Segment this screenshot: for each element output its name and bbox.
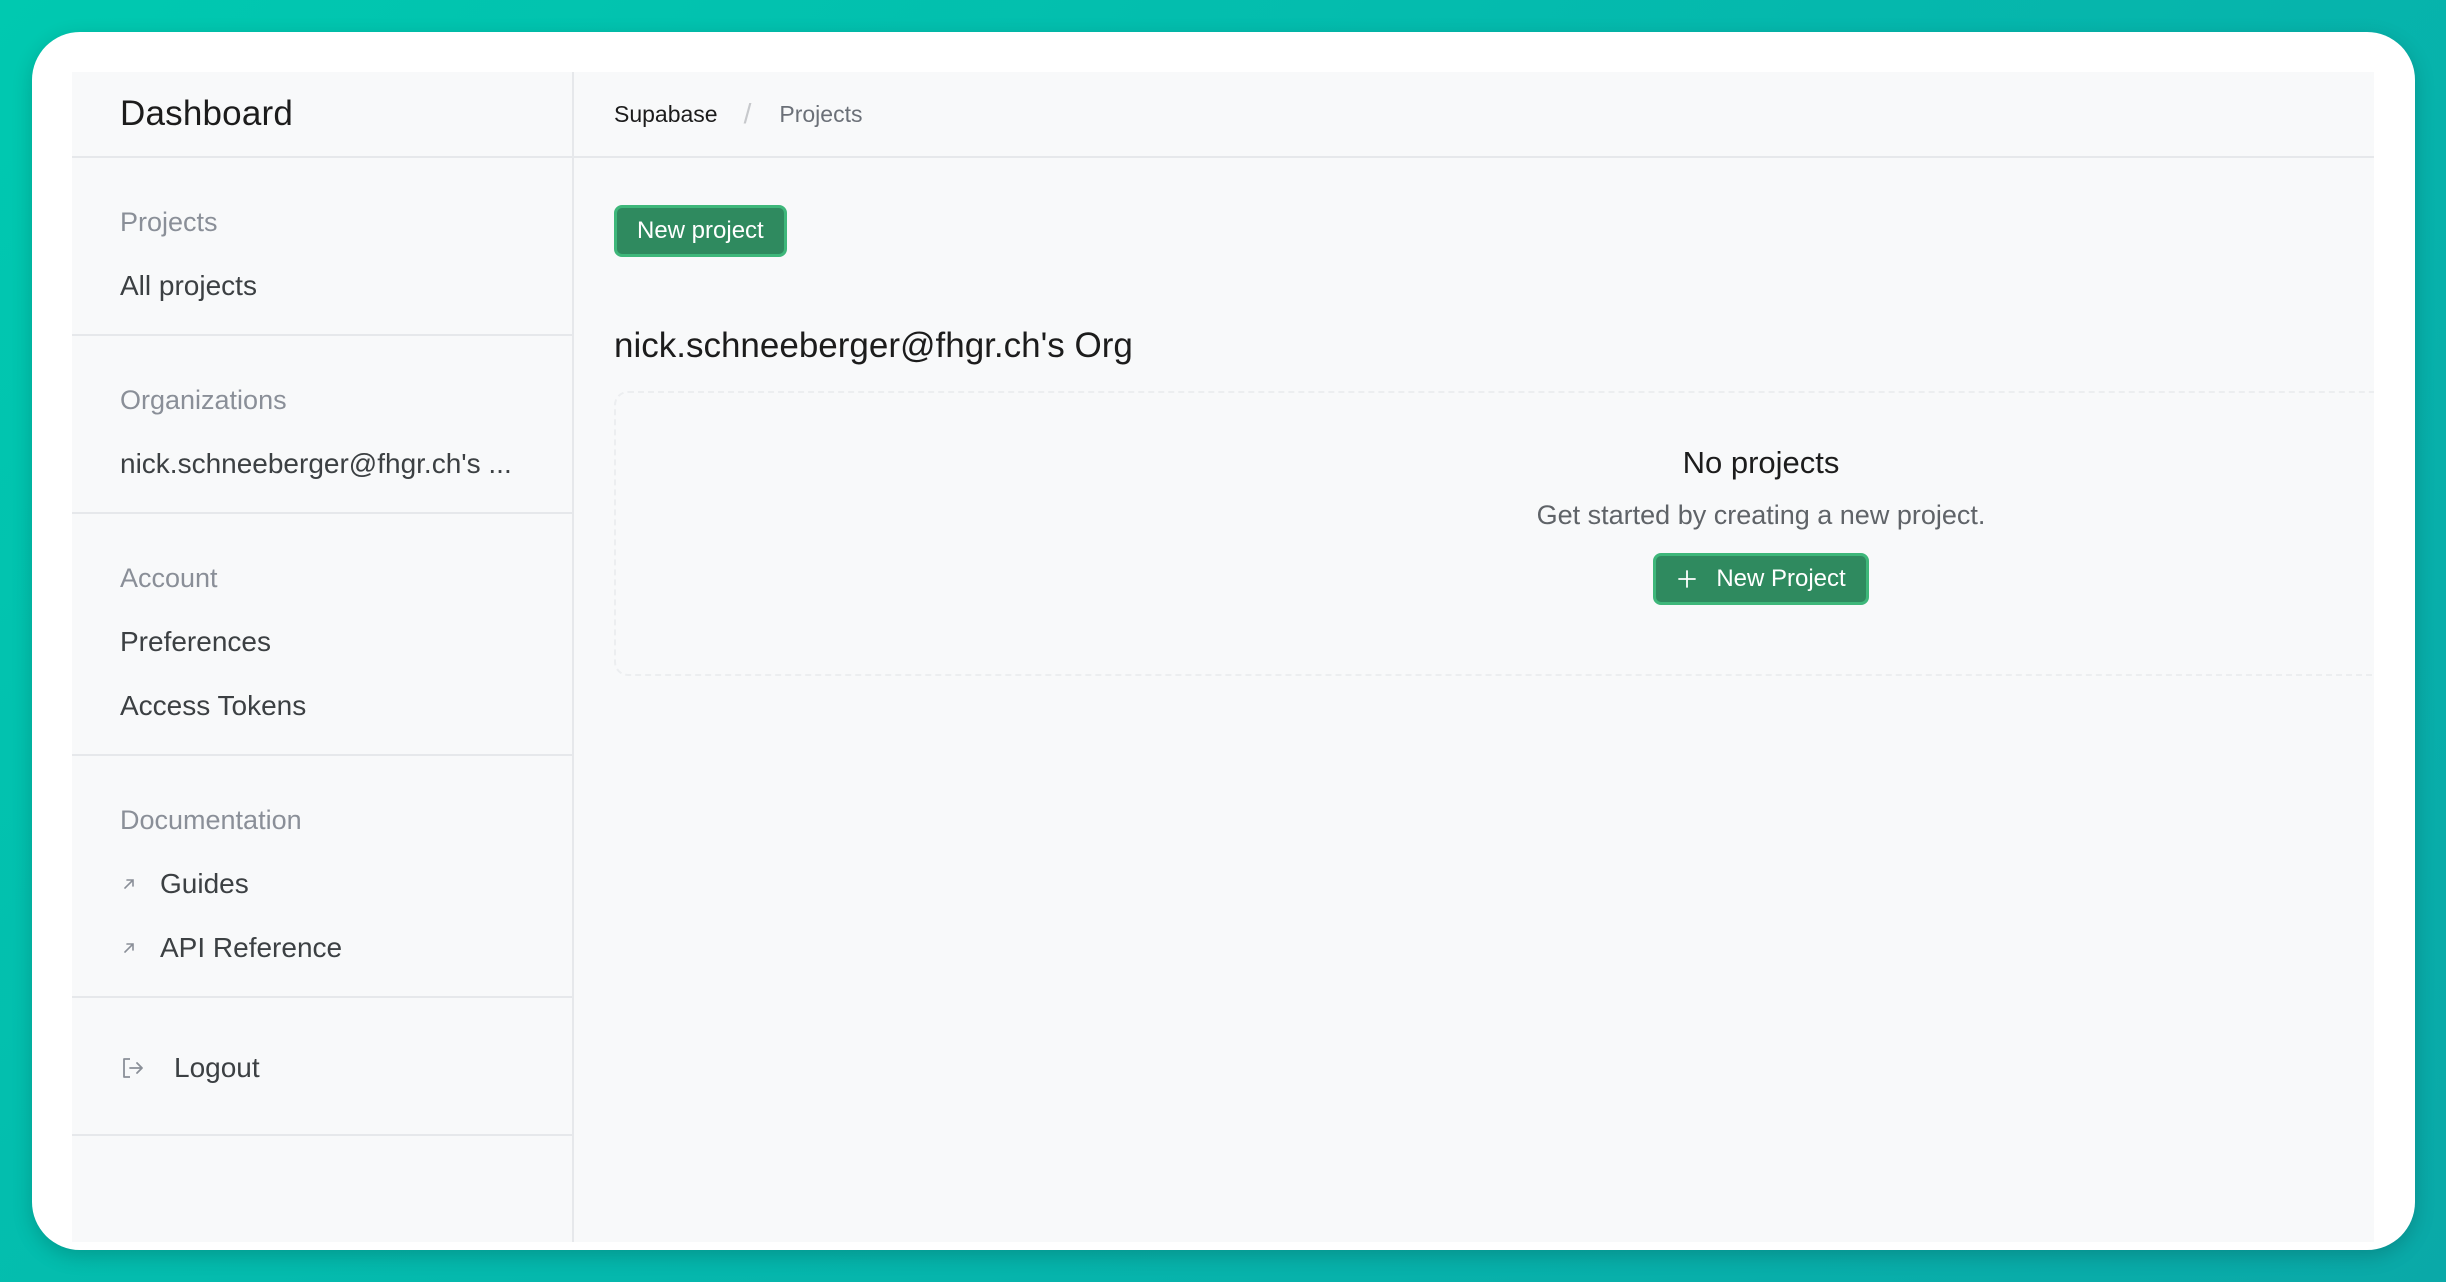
sidebar-item-label: nick.schneeberger@fhgr.ch's ... bbox=[120, 448, 512, 479]
external-link-icon bbox=[120, 875, 138, 893]
window-frame: Dashboard Projects All projects Organiza… bbox=[32, 32, 2415, 1250]
sidebar-title: Dashboard bbox=[120, 94, 294, 133]
logout-icon bbox=[120, 1055, 146, 1081]
sidebar-item-label: Guides bbox=[160, 868, 249, 899]
section-heading-projects: Projects bbox=[120, 207, 218, 237]
breadcrumb-current: Projects bbox=[779, 100, 863, 127]
sidebar-header: Dashboard bbox=[72, 72, 572, 158]
sidebar-item-label: All projects bbox=[120, 270, 257, 301]
sidebar-item-label: Preferences bbox=[120, 626, 271, 657]
projects-content: New project nick.schneeberger@fhgr.ch's … bbox=[574, 158, 2374, 676]
sidebar-item-label: API Reference bbox=[160, 932, 343, 963]
section-heading-organizations: Organizations bbox=[120, 385, 287, 415]
sidebar-section-logout: Logout bbox=[72, 998, 572, 1136]
sidebar: Dashboard Projects All projects Organiza… bbox=[72, 72, 574, 1242]
sidebar-item-label: Access Tokens bbox=[120, 690, 307, 721]
logout-button[interactable]: Logout bbox=[120, 1054, 524, 1082]
sidebar-item-api-reference[interactable]: API Reference bbox=[120, 934, 524, 962]
new-project-button[interactable]: New project bbox=[614, 205, 787, 257]
breadcrumb-root-link[interactable]: Supabase bbox=[614, 101, 718, 128]
empty-state-title: No projects bbox=[1682, 445, 1840, 480]
create-new-project-button[interactable]: New Project bbox=[1653, 553, 1869, 605]
organization-title: nick.schneeberger@fhgr.ch's Org bbox=[614, 326, 1133, 365]
logout-label: Logout bbox=[174, 1052, 260, 1083]
sidebar-section-projects: Projects All projects bbox=[72, 158, 572, 336]
sidebar-item-all-projects[interactable]: All projects bbox=[120, 272, 524, 300]
empty-state-description: Get started by creating a new project. bbox=[1536, 500, 1986, 530]
sidebar-item-guides[interactable]: Guides bbox=[120, 870, 524, 898]
section-heading-documentation: Documentation bbox=[120, 805, 302, 835]
sidebar-section-organizations: Organizations nick.schneeberger@fhgr.ch'… bbox=[72, 336, 572, 514]
breadcrumb: Supabase / Projects bbox=[574, 72, 2374, 158]
create-new-project-label: New Project bbox=[1716, 565, 1846, 592]
empty-state-panel: No projects Get started by creating a ne… bbox=[614, 391, 2374, 676]
app-container: Dashboard Projects All projects Organiza… bbox=[72, 72, 2374, 1242]
main-area: Supabase / Projects New project nick.sch… bbox=[574, 72, 2374, 1242]
sidebar-section-account: Account Preferences Access Tokens bbox=[72, 514, 572, 756]
sidebar-item-access-tokens[interactable]: Access Tokens bbox=[120, 692, 524, 720]
sidebar-item-preferences[interactable]: Preferences bbox=[120, 628, 524, 656]
empty-state: No projects Get started by creating a ne… bbox=[1411, 445, 2111, 605]
section-heading-account: Account bbox=[120, 563, 218, 593]
sidebar-item-organization[interactable]: nick.schneeberger@fhgr.ch's ... bbox=[120, 450, 524, 478]
plus-icon bbox=[1676, 568, 1698, 590]
sidebar-section-documentation: Documentation Guides API Reference bbox=[72, 756, 572, 998]
breadcrumb-separator: / bbox=[743, 98, 752, 129]
external-link-icon bbox=[120, 939, 138, 957]
